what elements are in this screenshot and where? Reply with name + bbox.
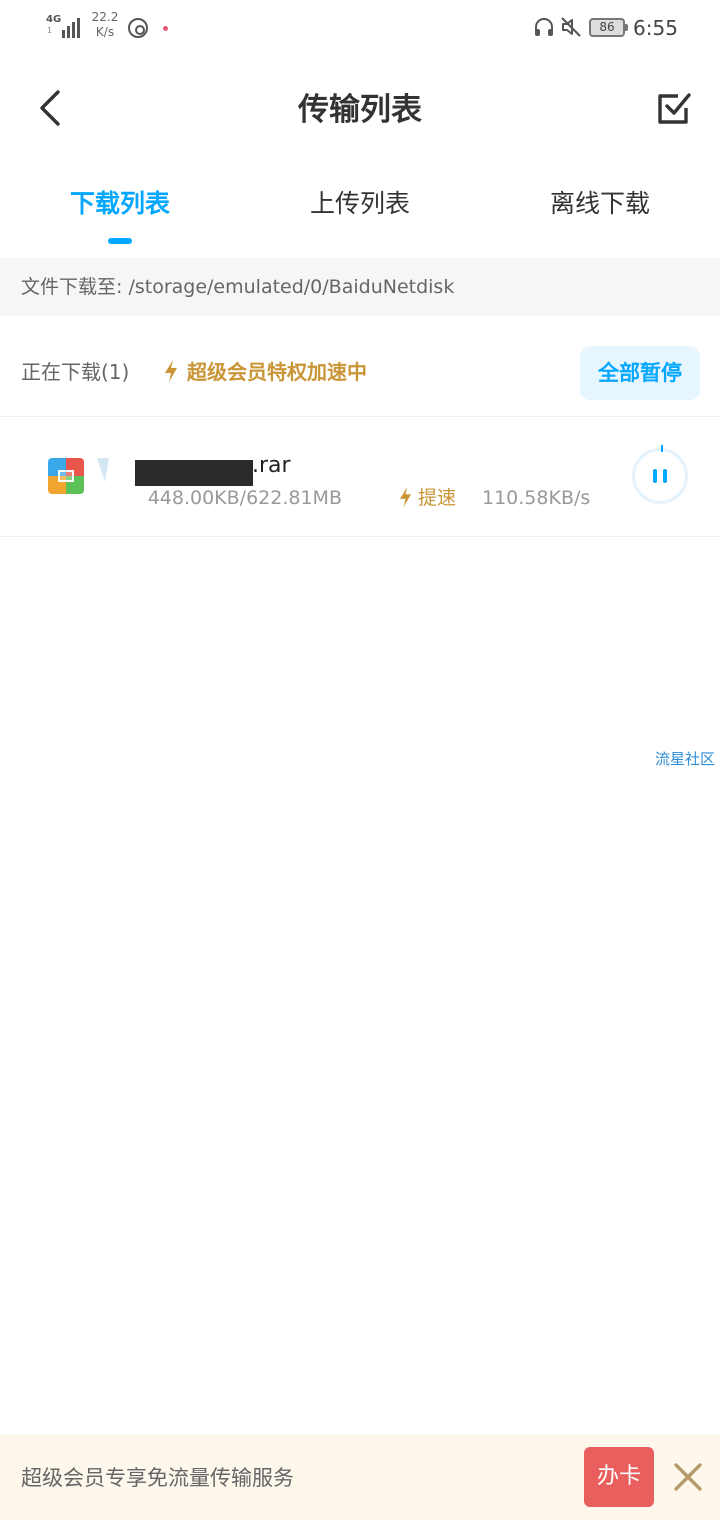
tab-upload-list[interactable]: 上传列表 [240, 186, 480, 222]
vip-acceleration-label: 超级会员特权加速中 [187, 360, 367, 384]
network-speed-unit: K/s [95, 25, 115, 39]
pause-all-button[interactable]: 全部暂停 [580, 346, 700, 400]
network-sub: 1 [47, 26, 53, 35]
cellular-signal-icon: 4G 1 [46, 14, 82, 40]
download-path-text: 文件下载至: /storage/emulated/0/BaiduNetdisk [21, 276, 455, 298]
clock: 6:55 [633, 16, 678, 40]
file-name: .rar [252, 453, 291, 478]
tab-bar: 下载列表 上传列表 离线下载 [0, 160, 720, 256]
network-speed-value: 22.2 [91, 10, 119, 24]
network-speed: 22.2 K/s [90, 10, 120, 40]
back-button[interactable] [30, 86, 74, 130]
get-card-button[interactable]: 办卡 [584, 1447, 654, 1507]
title-bar: 传输列表 [0, 60, 720, 160]
rar-archive-icon [48, 458, 84, 494]
music-app-icon [128, 18, 148, 38]
promo-banner: 超级会员专享免流量传输服务 办卡 [0, 1434, 720, 1520]
battery-icon: 86 [589, 18, 628, 37]
download-progress: 448.00KB/622.81MB [147, 487, 342, 509]
pause-button[interactable] [632, 445, 688, 504]
mute-icon [561, 17, 581, 37]
downloading-section-header: 正在下载(1) 超级会员特权加速中 全部暂停 [0, 316, 720, 417]
tab-offline-download[interactable]: 离线下载 [480, 186, 720, 222]
download-progress-clip: 448.00KB/622.81MB [130, 484, 342, 514]
page-title: 传输列表 [298, 92, 422, 128]
download-speed: 110.58KB/s [482, 487, 591, 509]
lightning-icon [400, 486, 411, 508]
notification-dot-icon [163, 26, 168, 31]
redacted-file-name [135, 460, 253, 486]
active-tab-indicator [108, 238, 132, 244]
boost-link[interactable]: 提速 [418, 484, 456, 512]
file-thumbnail-fragment-icon [97, 458, 109, 482]
downloading-count: 正在下载(1) [21, 360, 130, 384]
tab-download-list[interactable]: 下载列表 [0, 186, 240, 222]
promo-text: 超级会员专享免流量传输服务 [21, 1466, 294, 1490]
lightning-icon [165, 360, 177, 382]
download-path-bar: 文件下载至: /storage/emulated/0/BaiduNetdisk [0, 258, 720, 316]
checkbox-edit-icon[interactable] [652, 86, 696, 130]
download-item[interactable]: .rar 448.00KB/622.81MB 提速 110.58KB/s [0, 418, 720, 537]
status-bar: 4G 1 22.2 K/s 86 6:55 [0, 0, 720, 56]
close-icon[interactable] [668, 1457, 708, 1497]
headset-icon [535, 18, 553, 36]
watermark: 流星社区 [655, 750, 716, 768]
